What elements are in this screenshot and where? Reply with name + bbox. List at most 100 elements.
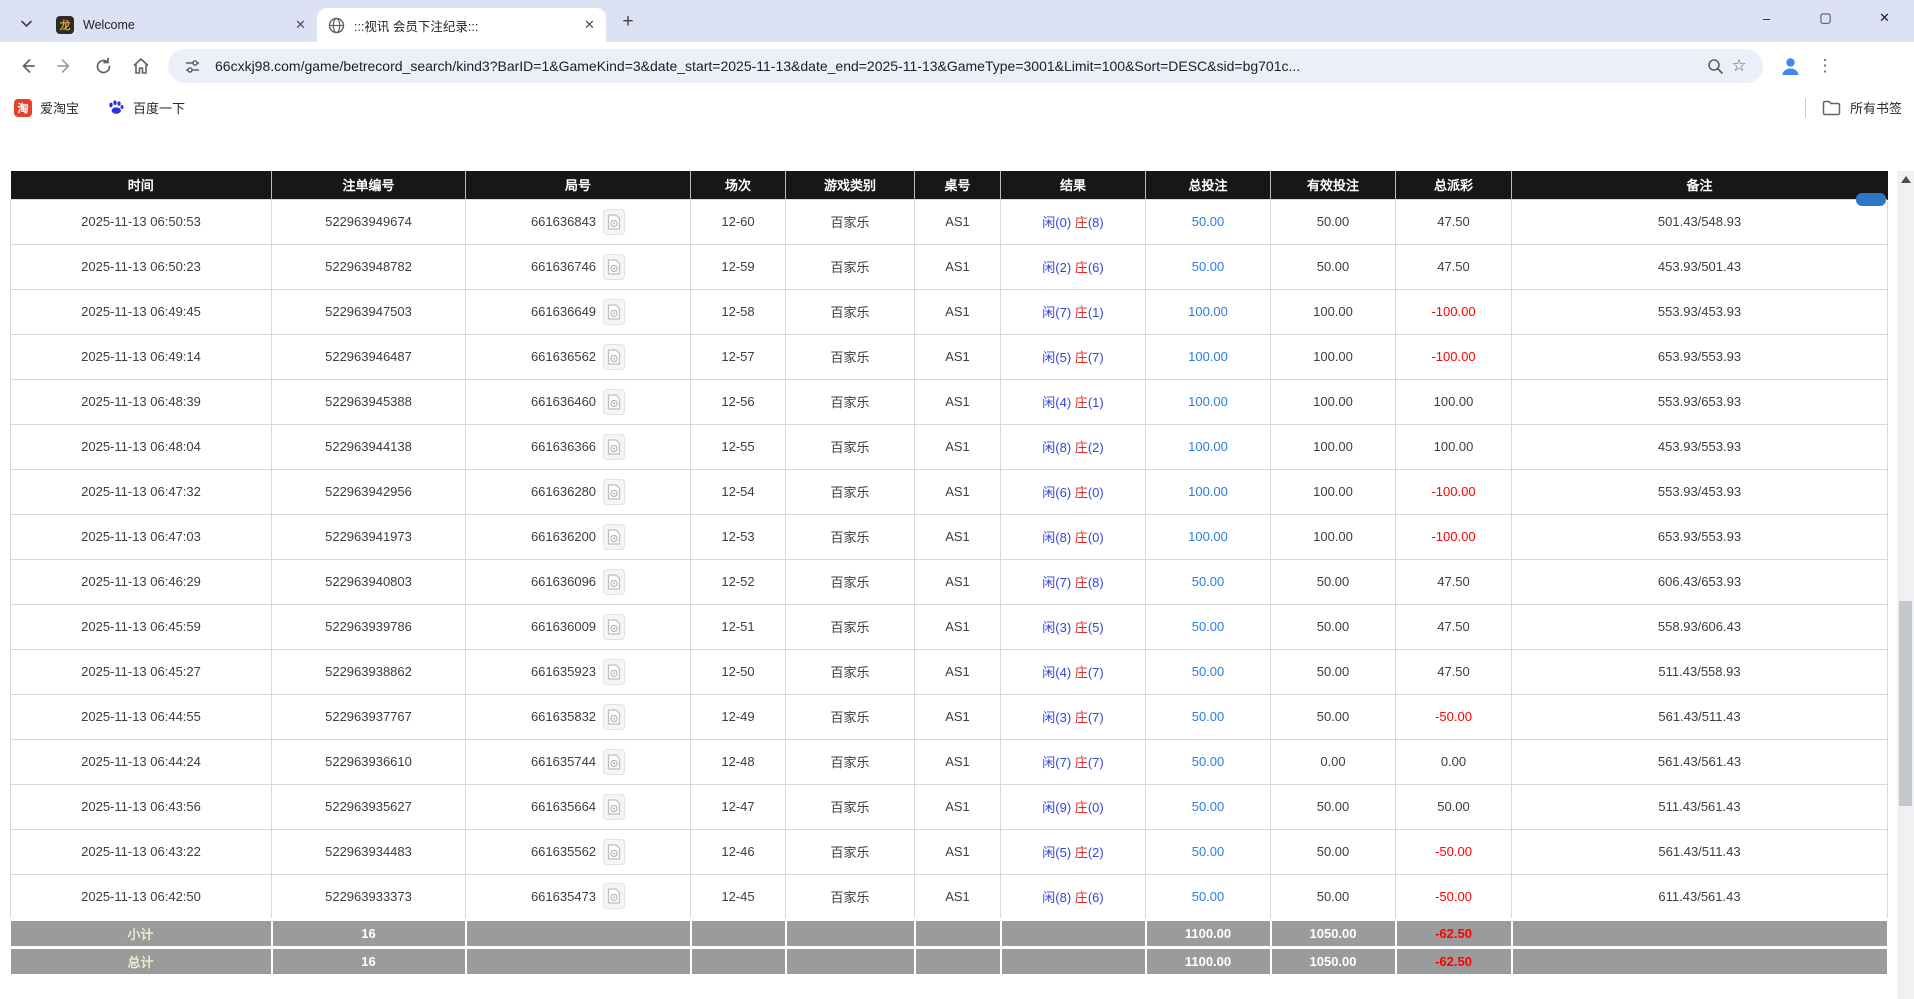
cell-bet-id: 522963933373 [272,874,466,919]
video-replay-icon[interactable] [603,659,625,685]
cell-valid-bet: 100.00 [1271,424,1396,469]
cell-total-bet: 50.00 [1146,874,1271,919]
subtotal-total-bet: 1100.00 [1146,919,1271,947]
cell-result: 闲(4) 庄(1) [1001,379,1146,424]
video-replay-icon[interactable] [603,569,625,595]
page-content: 时间注单编号局号场次游戏类别桌号结果总投注有效投注总派彩备注 2025-11-1… [0,171,1914,999]
footer-empty-cell [1001,947,1146,975]
cell-game-type: 百家乐 [786,829,915,874]
close-icon[interactable]: ✕ [581,17,598,34]
bookmark-baidu[interactable]: 百度一下 [107,98,185,117]
cell-time: 2025-11-13 06:50:53 [11,199,272,244]
close-icon[interactable]: ✕ [292,17,309,34]
address-bar[interactable]: 66cxkj98.com/game/betrecord_search/kind3… [168,49,1763,83]
video-replay-icon[interactable] [603,704,625,730]
footer-empty-cell [691,947,786,975]
video-replay-icon[interactable] [603,524,625,550]
tab-bet-records[interactable]: :::视讯 会员下注纪录::: ✕ [317,8,606,42]
total-bet-link[interactable]: 100.00 [1188,529,1228,544]
video-replay-icon[interactable] [603,434,625,460]
video-replay-icon[interactable] [603,299,625,325]
video-replay-icon[interactable] [603,479,625,505]
total-bet-link[interactable]: 50.00 [1192,709,1225,724]
video-replay-icon[interactable] [603,209,625,235]
zoom-icon[interactable] [1703,54,1727,78]
forward-button[interactable] [48,49,82,83]
bookmark-star-icon[interactable]: ☆ [1727,54,1751,78]
video-replay-icon[interactable] [603,883,625,909]
tab-welcome[interactable]: 龙 Welcome ✕ [46,8,317,42]
table-row: 2025-11-13 06:45:59522963939786661636009… [11,604,1888,649]
video-replay-icon[interactable] [603,344,625,370]
result-player: 闲(5) [1042,845,1071,860]
video-replay-icon[interactable] [603,794,625,820]
cell-session: 12-51 [691,604,786,649]
close-window-button[interactable]: ✕ [1855,0,1914,36]
cell-total-bet: 50.00 [1146,559,1271,604]
back-button[interactable] [10,49,44,83]
result-banker-char: 庄 [1075,395,1088,410]
partial-blue-button[interactable] [1856,193,1886,206]
video-replay-icon[interactable] [603,839,625,865]
total-bet-link[interactable]: 100.00 [1188,304,1228,319]
folder-icon [1822,100,1841,116]
video-replay-icon[interactable] [603,614,625,640]
tab-search-button[interactable] [12,9,40,37]
round-number: 661636366 [531,439,596,454]
url-text[interactable]: 66cxkj98.com/game/betrecord_search/kind3… [215,58,1703,74]
cell-round-no: 661635923 [466,649,691,694]
total-total-bet: 1100.00 [1146,947,1271,975]
cell-total-bet: 100.00 [1146,289,1271,334]
round-number: 661635562 [531,844,596,859]
total-bet-link[interactable]: 50.00 [1192,574,1225,589]
bookmark-taobao[interactable]: 淘 爱淘宝 [14,98,79,117]
table-row: 2025-11-13 06:44:55522963937767661635832… [11,694,1888,739]
total-bet-link[interactable]: 50.00 [1192,214,1225,229]
video-replay-icon[interactable] [603,389,625,415]
cell-result: 闲(3) 庄(5) [1001,604,1146,649]
total-bet-link[interactable]: 50.00 [1192,619,1225,634]
result-banker-char: 庄 [1075,260,1088,275]
cell-session: 12-53 [691,514,786,559]
table-row: 2025-11-13 06:47:32522963942956661636280… [11,469,1888,514]
total-bet-link[interactable]: 100.00 [1188,439,1228,454]
all-bookmarks-button[interactable]: 所有书签 [1822,98,1902,117]
site-info-icon[interactable] [180,54,204,78]
cell-table-no: AS1 [915,604,1001,649]
scrollbar-up-arrow-icon[interactable] [1897,171,1914,188]
video-replay-icon[interactable] [603,749,625,775]
total-bet-link[interactable]: 50.00 [1192,664,1225,679]
new-tab-button[interactable]: + [614,8,642,36]
total-bet-link[interactable]: 50.00 [1192,799,1225,814]
back-arrow-icon [17,56,37,76]
total-bet-link[interactable]: 100.00 [1188,484,1228,499]
result-banker-char: 庄 [1075,710,1088,725]
column-header-8: 有效投注 [1271,171,1396,199]
total-bet-link[interactable]: 50.00 [1192,889,1225,904]
round-number: 661636460 [531,394,596,409]
cell-valid-bet: 50.00 [1271,649,1396,694]
total-bet-link[interactable]: 50.00 [1192,754,1225,769]
browser-toolbar: 66cxkj98.com/game/betrecord_search/kind3… [0,42,1914,90]
cell-bet-id: 522963941973 [272,514,466,559]
cell-remark: 653.93/553.93 [1512,514,1888,559]
maximize-button[interactable]: ▢ [1796,0,1855,36]
video-replay-icon[interactable] [603,254,625,280]
subtotal-row: 小计161100.001050.00-62.50 [11,919,1888,947]
minimize-button[interactable]: – [1737,0,1796,36]
total-bet-link[interactable]: 50.00 [1192,844,1225,859]
total-bet-link[interactable]: 100.00 [1188,349,1228,364]
profile-avatar[interactable] [1773,49,1807,83]
cell-result: 闲(3) 庄(7) [1001,694,1146,739]
cell-total-bet: 50.00 [1146,604,1271,649]
total-bet-link[interactable]: 50.00 [1192,259,1225,274]
scrollbar-thumb[interactable] [1899,601,1912,806]
reload-button[interactable] [86,49,120,83]
cell-game-type: 百家乐 [786,874,915,919]
round-number: 661635832 [531,709,596,724]
home-button[interactable] [124,49,158,83]
cell-payout: 100.00 [1396,379,1512,424]
browser-menu-button[interactable]: ⋮ [1813,49,1837,83]
page-scrollbar[interactable] [1897,171,1914,999]
total-bet-link[interactable]: 100.00 [1188,394,1228,409]
